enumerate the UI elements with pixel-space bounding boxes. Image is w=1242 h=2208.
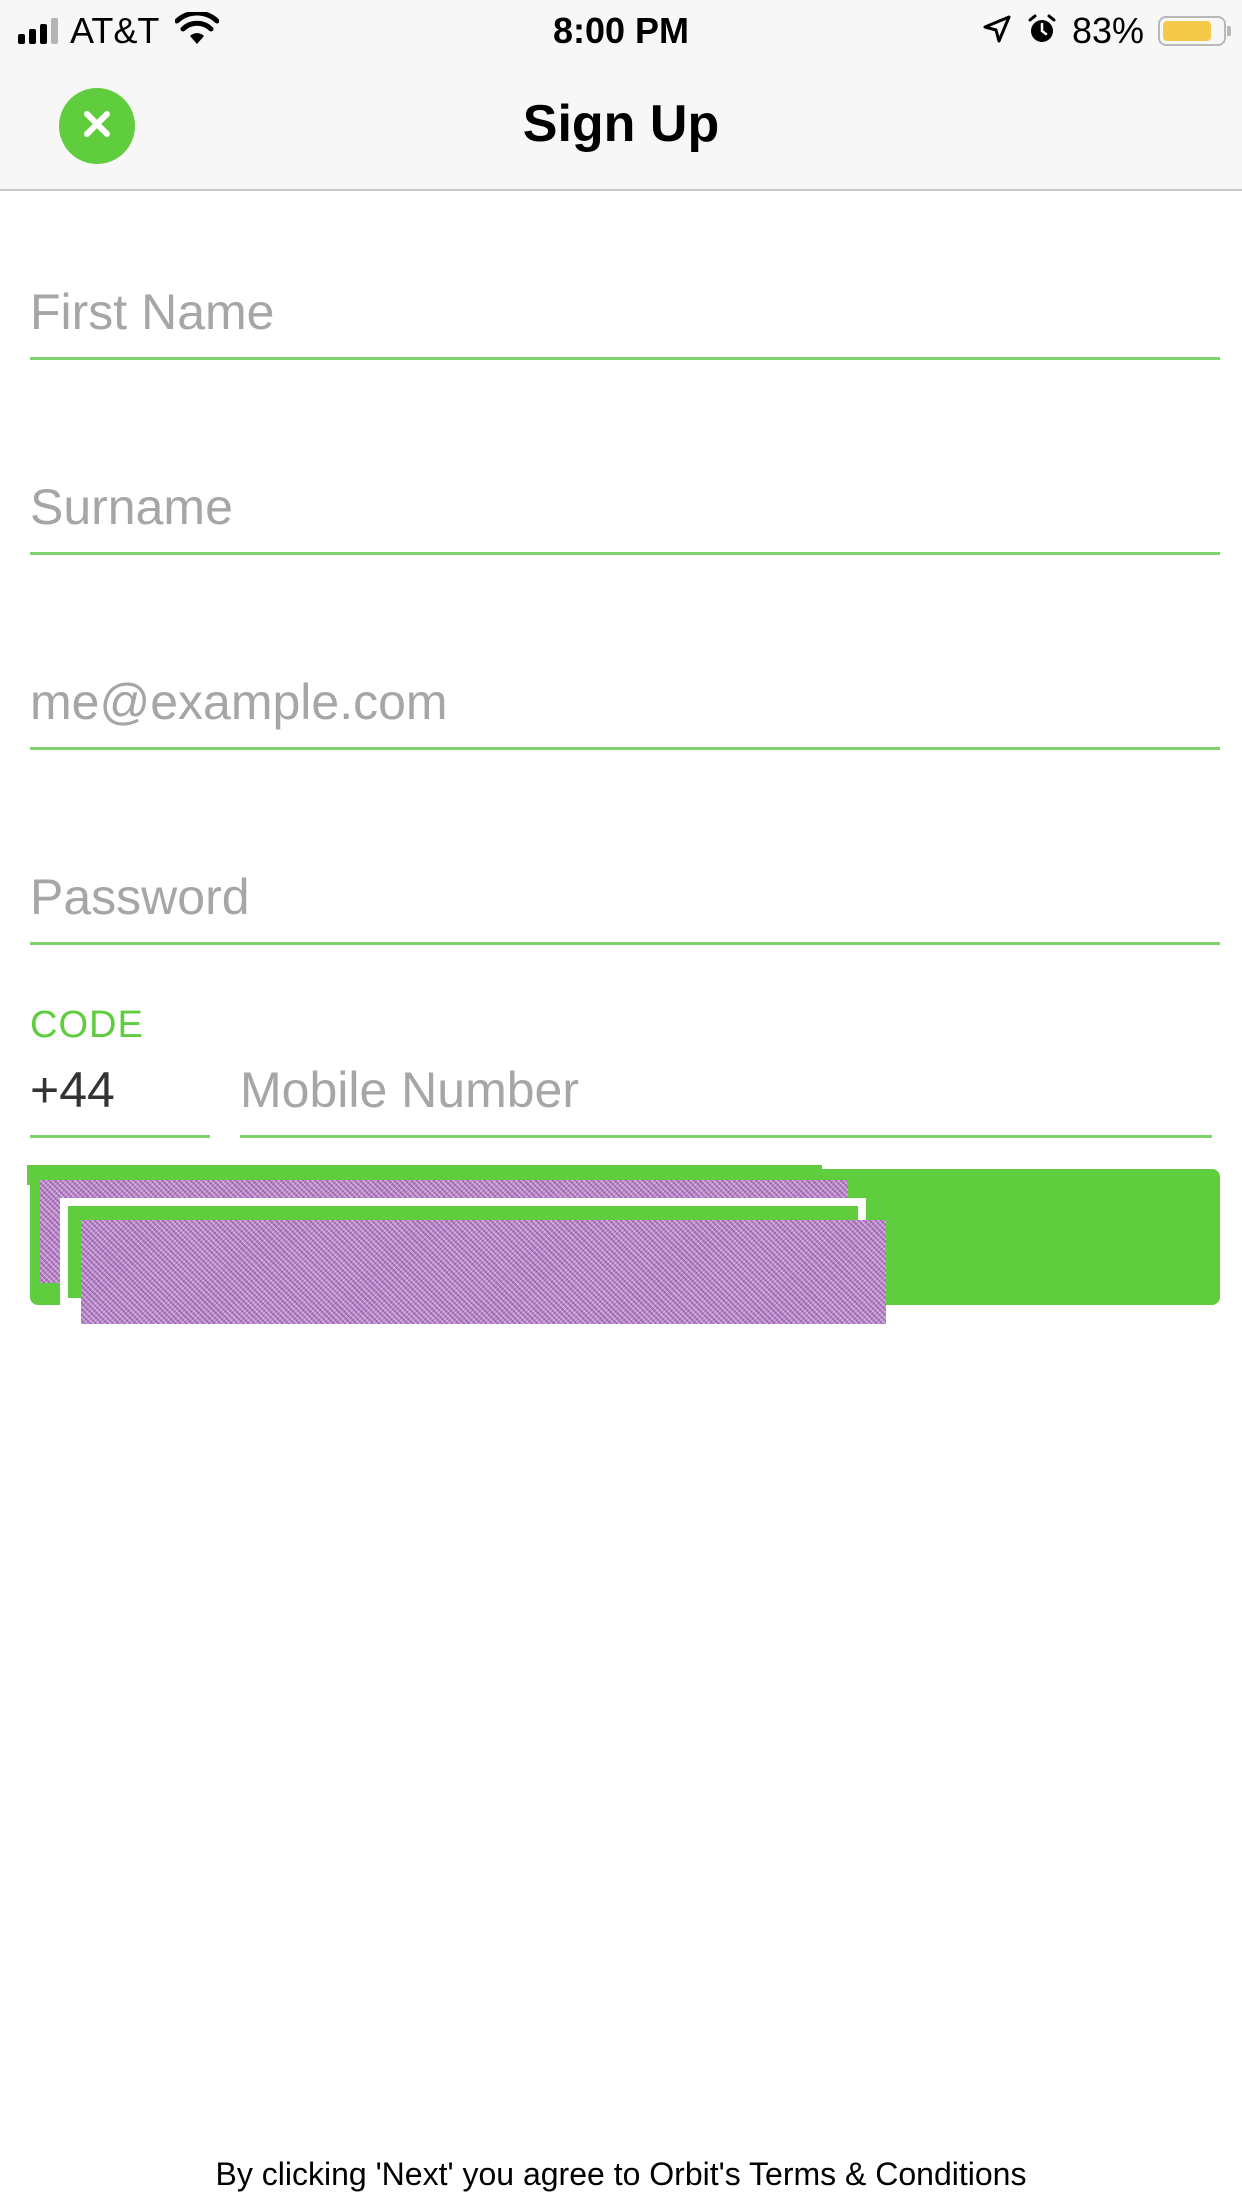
battery-icon: [1158, 16, 1231, 46]
email-field: [30, 650, 1220, 750]
alarm-icon: [1026, 13, 1058, 50]
password-field: [30, 845, 1220, 945]
battery-percent: 83%: [1071, 10, 1144, 51]
top-bar: AT&T 8:00 PM 83% Sign Up: [0, 0, 1242, 191]
status-bar: AT&T 8:00 PM 83%: [0, 0, 1242, 62]
location-arrow-icon: [982, 14, 1012, 49]
terms-text: By clicking 'Next' you agree to Orbit's …: [215, 2156, 1027, 2192]
surname-field: [30, 455, 1220, 555]
mobile-number-input[interactable]: [240, 1061, 1212, 1119]
country-code-value: +44: [30, 1062, 115, 1118]
first-name-field: [30, 260, 1220, 360]
navigation-bar: Sign Up: [0, 62, 1242, 189]
email-input[interactable]: [30, 673, 1220, 731]
redaction-block-2: [81, 1220, 886, 1324]
page-title: Sign Up: [522, 95, 720, 153]
surname-input[interactable]: [30, 478, 1220, 536]
battery-level-fill: [1163, 21, 1212, 41]
first-name-input[interactable]: [30, 283, 1220, 341]
mobile-number-field: [240, 1040, 1212, 1138]
password-input[interactable]: [30, 868, 1220, 926]
status-bar-right: 83%: [982, 10, 1231, 52]
country-code-field[interactable]: +44: [30, 1040, 210, 1138]
